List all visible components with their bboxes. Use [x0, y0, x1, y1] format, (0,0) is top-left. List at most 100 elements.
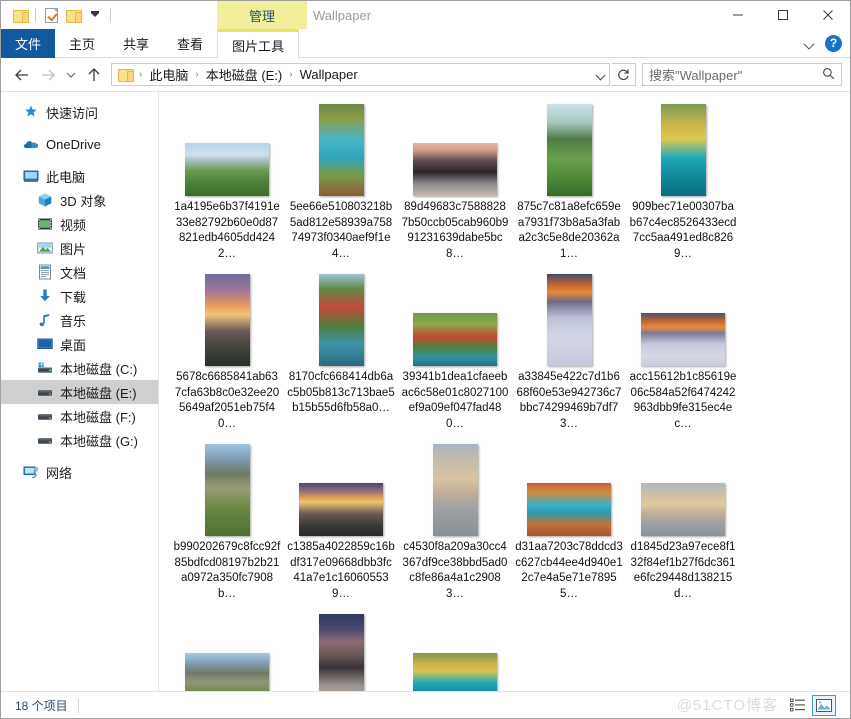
file-tile[interactable]: 875c7c81a8efc659ea7931f73b8a5a3faba2c3c5…: [513, 100, 625, 270]
file-tile[interactable]: 39341b1dea1cfaeebac6c58e01c8027100ef9a09…: [399, 270, 511, 440]
file-list-pane[interactable]: 1a4195e6b37f4191e33e82792b60e0d87821edb4…: [159, 92, 850, 691]
drive-icon: [37, 408, 53, 424]
tab-file[interactable]: 文件: [1, 29, 56, 58]
sidebar-item-3[interactable]: 3D 对象: [1, 188, 158, 212]
contextual-tab-group-label: 管理: [248, 8, 275, 24]
breadcrumb-dropdown-icon[interactable]: [595, 70, 606, 81]
file-tile[interactable]: 909bec71e00307bab67c4ec8526433ecd7cc5aa4…: [627, 100, 739, 270]
file-thumbnail-greek-ruins-hillside-vertical[interactable]: [204, 444, 250, 536]
file-tile[interactable]: c1385a4022859c16bdf317e09668dbb3fc41a7e1…: [285, 440, 397, 610]
breadcrumb-separator-0[interactable]: ›: [135, 69, 146, 80]
breadcrumb-separator-2[interactable]: ›: [285, 69, 296, 80]
sidebar-item-9[interactable]: 桌面: [1, 332, 158, 356]
music-note-icon: [37, 312, 53, 328]
sidebar-item-10[interactable]: 本地磁盘 (C:): [1, 356, 158, 380]
file-thumbnail-dolphins-sunset-vertical[interactable]: [432, 444, 478, 536]
sidebar-item-11[interactable]: 本地磁盘 (E:): [1, 380, 158, 404]
breadcrumb-folder-icon[interactable]: [118, 68, 134, 82]
details-view-button[interactable]: [786, 695, 810, 716]
sidebar-item-13[interactable]: 本地磁盘 (G:): [1, 428, 158, 452]
sidebar-item-1[interactable]: OneDrive: [1, 132, 158, 156]
file-tile[interactable]: 89d49683c75888287b50ccb05cab960b99123163…: [399, 100, 511, 270]
window-controls: [715, 1, 850, 29]
this-pc-monitor-icon: [23, 168, 39, 184]
refresh-button[interactable]: [612, 63, 636, 86]
file-thumbnail-wrap: [285, 610, 397, 691]
sidebar-item-label: 本地磁盘 (F:): [60, 409, 136, 425]
maximize-button[interactable]: [760, 1, 805, 29]
file-thumbnail-wrap: [627, 100, 739, 198]
breadcrumb[interactable]: › 此电脑 › 本地磁盘 (E:) › Wallpaper: [111, 63, 610, 86]
ribbon-right-controls: ?: [805, 29, 850, 57]
sidebar-item-4[interactable]: 视频: [1, 212, 158, 236]
file-tile[interactable]: dd5d9cc34761a6f0fc3df4fc3024d7c98a1df234…: [171, 610, 283, 691]
file-tile[interactable]: d31aa7203c78ddcd3c627cb44ee4d940e12c7e4a…: [513, 440, 625, 610]
close-button[interactable]: [805, 1, 850, 29]
pin-star-icon: [23, 104, 39, 120]
file-thumbnail-sunset-ridge-clouds-vertical[interactable]: [204, 274, 250, 366]
file-thumbnail-dark-wave-beach-dusk[interactable]: [413, 143, 497, 196]
breadcrumb-item-wallpaper[interactable]: Wallpaper: [297, 67, 361, 82]
expand-ribbon-icon[interactable]: [805, 38, 815, 48]
up-button[interactable]: [81, 62, 107, 88]
sidebar-item-0[interactable]: 快速访问: [1, 100, 158, 124]
tab-home[interactable]: 主页: [55, 29, 109, 58]
sidebar-item-7[interactable]: 下载: [1, 284, 158, 308]
file-thumbnail-salt-flat-sunrise-wide[interactable]: [641, 313, 725, 366]
file-thumbnail-autumn-river-aerial-wide[interactable]: [527, 483, 611, 536]
file-thumbnail-wrap: [513, 100, 625, 198]
file-thumbnail-limestone-bay-green-field[interactable]: [185, 143, 269, 196]
breadcrumb-item-local-disk-e[interactable]: 本地磁盘 (E:): [203, 65, 286, 84]
file-thumbnail-dusk-beach-dunes-vertical[interactable]: [318, 614, 364, 691]
help-icon[interactable]: ?: [825, 34, 842, 52]
breadcrumb-separator-1[interactable]: ›: [191, 69, 202, 80]
sidebar-item-2[interactable]: 此电脑: [1, 164, 158, 188]
file-thumbnail-autumn-teal-lake-wide[interactable]: [413, 653, 497, 691]
file-thumbnail-autumn-river-canyon-vertical[interactable]: [318, 104, 364, 196]
tab-view[interactable]: 查看: [163, 29, 217, 58]
sidebar-item-6[interactable]: 文档: [1, 260, 158, 284]
qat-folder-icon[interactable]: [62, 4, 84, 26]
file-tile[interactable]: 8170cfc668414db6ac5b05b813c713bae5b15b55…: [285, 270, 397, 440]
file-tile[interactable]: 5678c6685841ab637cfa63b8c0e32ee205649af2…: [171, 270, 283, 440]
file-thumbnail-dolphins-sunset-wide[interactable]: [641, 483, 725, 536]
file-thumbnail-greek-ruins-valley-wide[interactable]: [185, 653, 269, 691]
sidebar-item-5[interactable]: 图片: [1, 236, 158, 260]
sidebar-item-label: 本地磁盘 (E:): [60, 385, 137, 401]
sidebar-item-14[interactable]: 网络: [1, 460, 158, 484]
file-thumbnail-wrap: [171, 440, 283, 538]
search-input[interactable]: 搜索"Wallpaper": [642, 63, 842, 86]
minimize-button[interactable]: [715, 1, 760, 29]
file-thumbnail-wrap: [285, 270, 397, 368]
file-name-label: a33845e422c7d1b668f60e53e942736c7bbc7429…: [516, 371, 622, 430]
file-tile[interactable]: b990202679c8fcc92f85bdfcd08197b2b21a0972…: [171, 440, 283, 610]
breadcrumb-item-this-pc[interactable]: 此电脑: [146, 65, 191, 84]
file-thumbnail-salt-flat-sunrise-vertical[interactable]: [546, 274, 592, 366]
file-tile[interactable]: d1845d23a97ece8f132f84ef1b27f6dc361e6fc2…: [627, 440, 739, 610]
sidebar-item-12[interactable]: 本地磁盘 (F:): [1, 404, 158, 428]
file-thumbnail-teal-lake-autumn-forest-vertical[interactable]: [660, 104, 706, 196]
recent-locations-button[interactable]: [61, 62, 81, 88]
customize-qat-icon[interactable]: [84, 4, 106, 26]
file-thumbnail-red-bridge-river-wide[interactable]: [413, 313, 497, 366]
file-tile[interactable]: a33845e422c7d1b668f60e53e942736c7bbc7429…: [513, 270, 625, 440]
sidebar-item-8[interactable]: 音乐: [1, 308, 158, 332]
new-folder-icon[interactable]: [40, 4, 62, 26]
file-tile[interactable]: e22f23869f500ee576cdc02fb83f911de31440d5…: [285, 610, 397, 691]
tab-share[interactable]: 共享: [109, 29, 163, 58]
file-tile[interactable]: acc15612b1c85619e06c584a52f6474242963dbb…: [627, 270, 739, 440]
file-tile[interactable]: c4530f8a209a30cc4367df9ce38bbd5ad0c8fe86…: [399, 440, 511, 610]
file-thumbnail-green-karst-bay-vertical[interactable]: [546, 104, 592, 196]
file-thumbnail-red-bridge-river-vertical[interactable]: [318, 274, 364, 366]
large-icons-view-button[interactable]: [812, 694, 836, 716]
file-tile[interactable]: 1a4195e6b37f4191e33e82792b60e0d87821edb4…: [171, 100, 283, 270]
file-thumbnail-sunset-cliff-sea-wide[interactable]: [299, 483, 383, 536]
back-button[interactable]: [9, 62, 35, 88]
folder-properties-icon[interactable]: [9, 4, 31, 26]
tab-picture-tools[interactable]: 图片工具: [217, 29, 300, 58]
file-thumbnail-wrap: [399, 610, 511, 691]
file-tile[interactable]: e0123f8a6027cf100c4f07c654d4c591076fca7a…: [399, 610, 511, 691]
file-tile[interactable]: 5ee66e510803218b5ad812e58939a75874973f03…: [285, 100, 397, 270]
file-name-label: 5678c6685841ab637cfa63b8c0e32ee205649af2…: [174, 371, 280, 430]
search-icon[interactable]: [822, 67, 835, 83]
